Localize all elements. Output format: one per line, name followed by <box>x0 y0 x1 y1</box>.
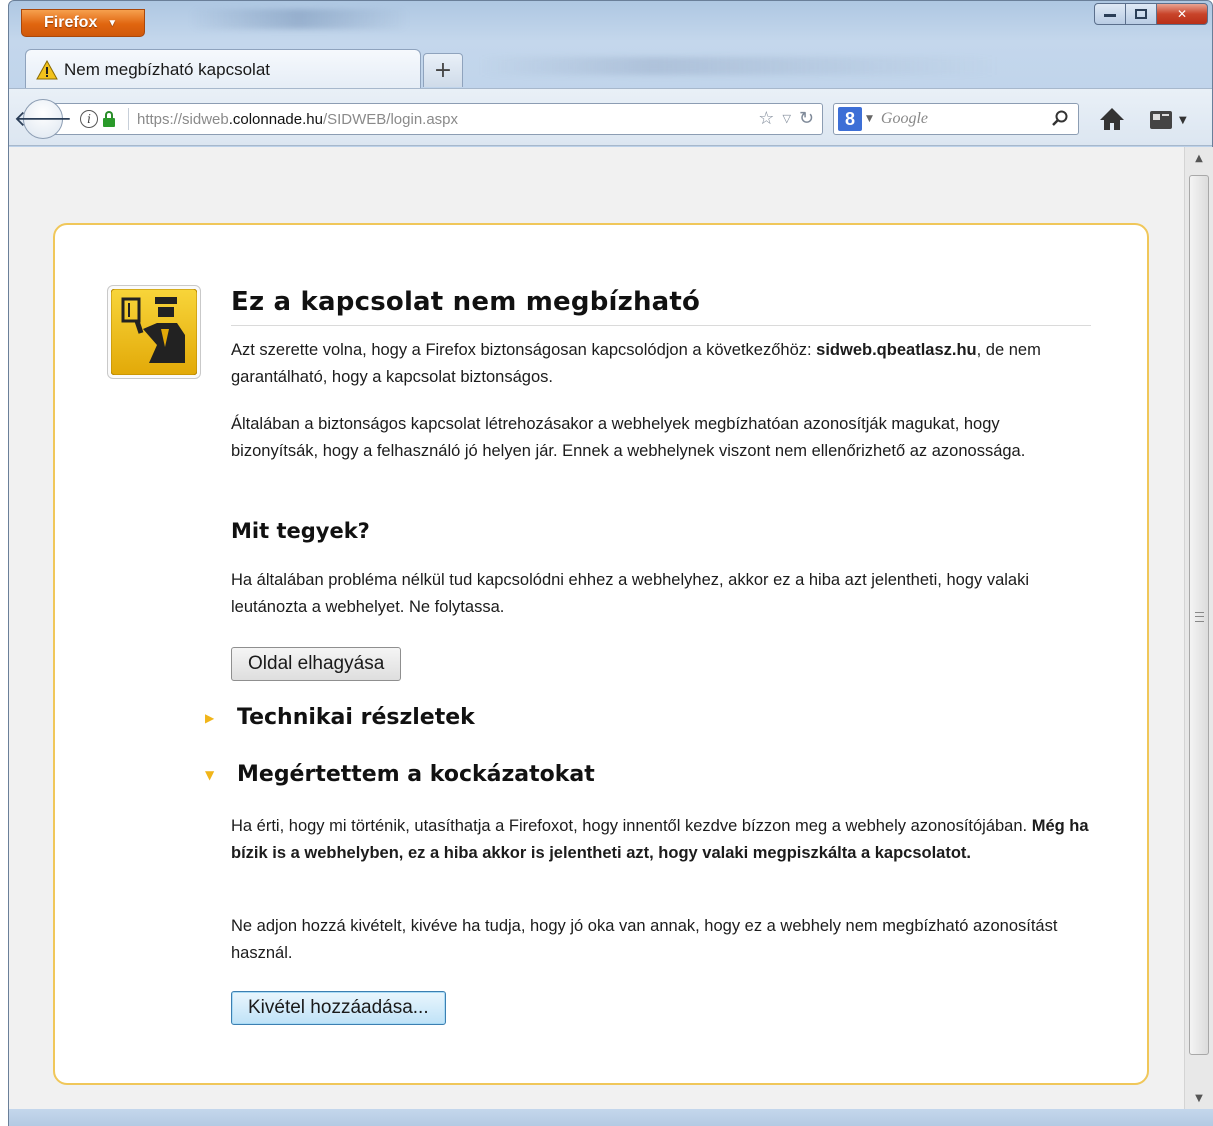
triangle-down-icon: ▼ <box>205 767 215 782</box>
tab-label: Nem megbízható kapcsolat <box>64 59 270 79</box>
scrollbar-thumb[interactable] <box>1189 175 1209 1055</box>
url-actions: ☆ ▽ ↻ <box>758 108 814 129</box>
new-tab-button[interactable]: + <box>423 53 463 87</box>
window-bottom-border <box>9 1109 1213 1126</box>
url-text[interactable]: https://sidweb.colonnade.hu/SIDWEB/login… <box>137 111 458 128</box>
site-identity-button[interactable]: i <box>80 110 116 128</box>
blurred-tab-area <box>479 57 999 75</box>
firefox-menu-button[interactable]: Firefox ▼ <box>21 9 145 37</box>
error-intro-paragraph: Azt szerette volna, hogy a Firefox bizto… <box>231 337 1091 391</box>
browser-window: Firefox ▼ ✕ Nem megbízható kapcsolat + 🡐… <box>8 0 1213 1126</box>
url-path: /SIDWEB/login.aspx <box>322 110 459 128</box>
bookmark-star-icon[interactable]: ☆ <box>758 108 774 129</box>
maximize-icon <box>1135 9 1147 19</box>
chevron-down-icon: ▼ <box>1179 114 1187 126</box>
google-plus-engine-icon[interactable]: 8 <box>838 107 862 131</box>
url-bar[interactable]: i https://sidweb.colonnade.hu/SIDWEB/log… <box>51 103 823 135</box>
tab-untrusted-connection[interactable]: Nem megbízható kapcsolat <box>25 49 421 89</box>
minimize-button[interactable] <box>1094 3 1126 25</box>
intro-host: sidweb.qbeatlasz.hu <box>816 341 977 359</box>
risks-text: Ha érti, hogy mi történik, utasíthatja a… <box>231 817 1032 835</box>
error-title: Ez a kapcsolat nem megbízható <box>231 287 1091 326</box>
understand-risks-label: Megértettem a kockázatokat <box>237 762 595 787</box>
info-icon: i <box>80 110 98 128</box>
reload-icon[interactable]: ↻ <box>799 108 814 129</box>
firefox-menu-label: Firefox <box>44 14 98 31</box>
scroll-up-icon[interactable]: ▲ <box>1185 147 1213 169</box>
blurred-title-area <box>189 9 409 29</box>
technical-details-expander[interactable]: ▶ Technikai részletek <box>205 705 475 730</box>
window-controls: ✕ <box>1094 3 1208 25</box>
url-separator <box>128 108 129 130</box>
cert-error-box: Ez a kapcsolat nem megbízható Azt szeret… <box>53 223 1149 1085</box>
url-host: .colonnade.hu <box>228 110 323 128</box>
security-officer-icon <box>107 285 201 379</box>
back-arrow-icon: 🡐 <box>13 107 73 132</box>
engine-dropdown-icon[interactable]: ▼ <box>866 114 873 124</box>
plus-icon: + <box>433 58 453 83</box>
search-icon[interactable] <box>1052 110 1068 126</box>
risks-paragraph: Ha érti, hogy mi történik, utasíthatja a… <box>231 813 1091 867</box>
navigation-toolbar: 🡐 i https://sidweb.colonnade.hu/SIDWEB/l… <box>9 88 1212 146</box>
history-dropdown-icon[interactable]: ▽ <box>782 112 790 125</box>
chevron-down-icon: ▼ <box>107 17 118 29</box>
intro-text: Azt szerette volna, hogy a Firefox bizto… <box>231 341 817 359</box>
leave-page-button[interactable]: Oldal elhagyása <box>231 647 402 681</box>
bookmarks-menu-icon <box>1150 111 1172 129</box>
close-button[interactable]: ✕ <box>1156 3 1208 25</box>
what-to-do-paragraph: Ha általában probléma nélkül tud kapcsol… <box>231 571 1030 616</box>
scroll-down-icon[interactable]: ▼ <box>1185 1087 1213 1109</box>
page-content: Ez a kapcsolat nem megbízható Azt szeret… <box>9 147 1184 1109</box>
back-button[interactable]: 🡐 <box>14 99 73 139</box>
search-bar[interactable]: 8 ▼ Google <box>833 103 1079 135</box>
what-to-do-heading: Mit tegyek? <box>231 519 370 543</box>
bookmarks-menu-button[interactable]: ▼ <box>1149 107 1199 133</box>
grip-icon <box>1195 612 1204 622</box>
minimize-icon <box>1104 14 1116 17</box>
title-bar: Firefox ▼ ✕ <box>9 1 1212 41</box>
technical-details-label: Technikai részletek <box>237 705 475 730</box>
warning-icon <box>36 59 58 79</box>
add-exception-button[interactable]: Kivétel hozzáadása... <box>231 991 446 1025</box>
lock-icon <box>102 111 116 127</box>
triangle-right-icon: ▶ <box>205 710 215 725</box>
tab-strip: Nem megbízható kapcsolat + <box>9 47 1212 89</box>
home-icon[interactable] <box>1097 105 1127 133</box>
close-icon: ✕ <box>1176 7 1188 21</box>
maximize-button[interactable] <box>1125 3 1157 25</box>
exception-warning-paragraph: Ne adjon hozzá kivételt, kivéve ha tudja… <box>231 917 1058 962</box>
vertical-scrollbar[interactable]: ▲ ▼ <box>1184 147 1213 1109</box>
search-placeholder: Google <box>880 110 929 127</box>
url-prefix: https://sidweb <box>137 110 229 128</box>
error-explanation-paragraph: Általában a biztonságos kapcsolat létreh… <box>231 415 1026 460</box>
understand-risks-expander[interactable]: ▼ Megértettem a kockázatokat <box>205 762 595 787</box>
